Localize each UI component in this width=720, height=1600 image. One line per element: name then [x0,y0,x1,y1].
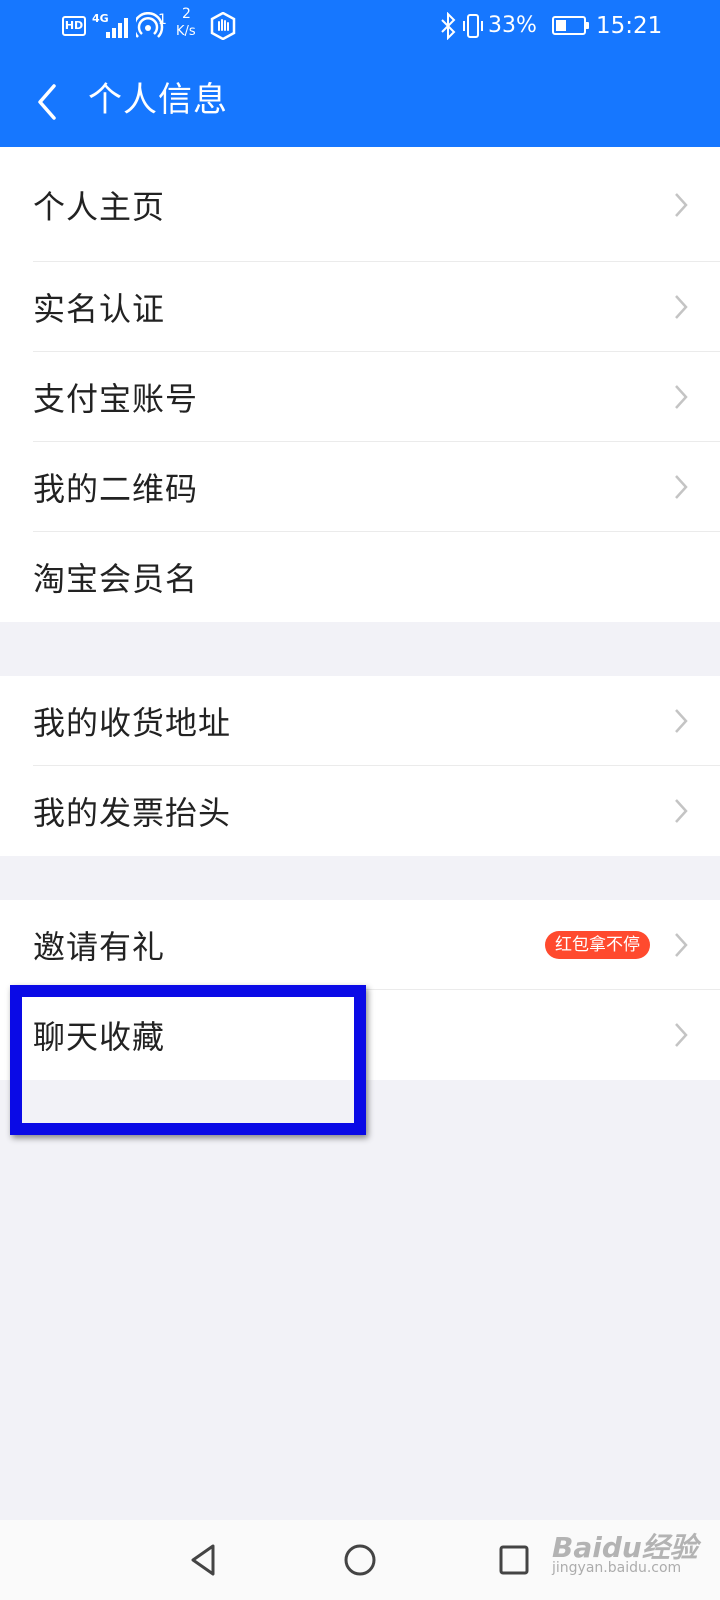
hd-icon: HD [62,16,86,36]
list-item-realname[interactable]: 实名认证 [0,262,720,352]
nav-bar: 个人信息 [0,60,720,140]
chevron-right-icon [675,295,688,319]
list-item-label: 支付宝账号 [33,380,199,418]
hotspot-count: 1 [158,12,167,28]
list-item-label: 实名认证 [33,290,166,328]
battery-icon [552,16,589,35]
signal-icon [92,14,128,38]
home-circle-icon[interactable] [338,1538,382,1582]
chevron-right-icon [675,475,688,499]
speed-value: 2 [182,6,191,22]
back-arrow-icon[interactable] [20,74,76,130]
hand-icon [210,12,236,40]
page-title: 个人信息 [88,80,228,120]
watermark-url: jingyan.baidu.com [552,1560,682,1576]
profile-group: 个人主页 实名认证 支付宝账号 我的二维码 淘宝会员名 [0,147,720,622]
back-triangle-icon[interactable] [183,1538,227,1582]
chevron-right-icon [675,799,688,823]
status-bar: HD 4G 1 2 K/s 33% 15:21 [0,0,720,52]
bluetooth-icon [441,12,456,40]
chevron-right-icon [675,1023,688,1047]
list-item-homepage[interactable]: 个人主页 [0,147,720,262]
list-item-invoice-title[interactable]: 我的发票抬头 [0,766,720,856]
chevron-right-icon [675,193,688,217]
clock: 15:21 [596,13,663,39]
recents-square-icon[interactable] [492,1538,536,1582]
list-item-taobao-name[interactable]: 淘宝会员名 [0,532,720,622]
chevron-right-icon [675,933,688,957]
chevron-right-icon [675,709,688,733]
list-item-alipay-account[interactable]: 支付宝账号 [0,352,720,442]
list-item-label: 淘宝会员名 [33,560,199,598]
speed-unit: K/s [176,24,196,39]
vibrate-icon [463,14,483,38]
chevron-right-icon [675,385,688,409]
highlight-annotation [10,985,366,1135]
list-item-qrcode[interactable]: 我的二维码 [0,442,720,532]
address-group: 我的收货地址 我的发票抬头 [0,676,720,856]
list-item-label: 我的发票抬头 [33,794,232,832]
list-item-label: 邀请有礼 [33,928,166,966]
app-header: HD 4G 1 2 K/s 33% 15:21 个人信息 [0,0,720,147]
list-item-shipping-address[interactable]: 我的收货地址 [0,676,720,766]
list-item-label: 个人主页 [33,188,166,226]
battery-percent: 33% [488,13,537,38]
list-item-invite[interactable]: 邀请有礼 红包拿不停 [0,900,720,990]
list-item-label: 我的二维码 [33,470,199,508]
list-item-label: 我的收货地址 [33,704,232,742]
promo-badge: 红包拿不停 [545,931,650,959]
